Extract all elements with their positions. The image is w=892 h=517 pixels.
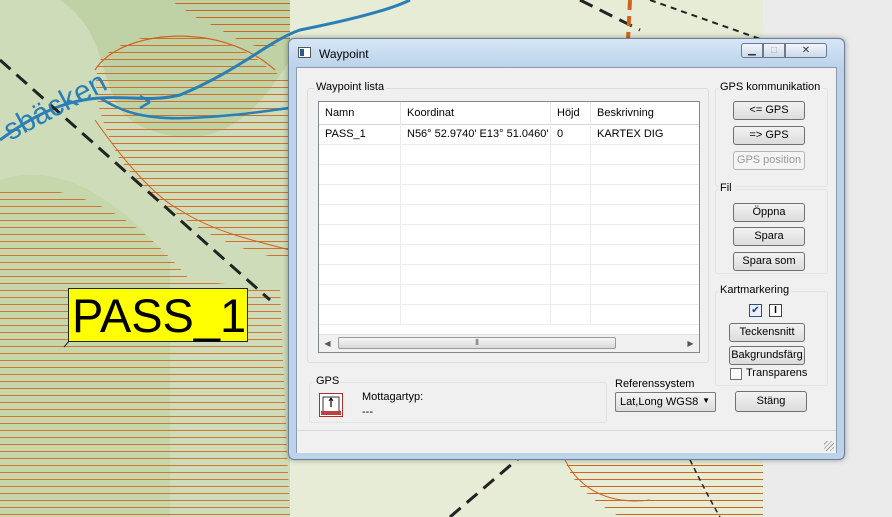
empty-row (319, 164, 699, 185)
empty-row (319, 184, 699, 205)
app-icon (298, 47, 311, 58)
cell-koordinat: N56° 52.9740' E13° 51.0460' (401, 124, 551, 144)
gps-position-button[interactable]: GPS position (733, 151, 805, 170)
download-from-gps-button[interactable]: <= GPS (733, 101, 805, 120)
transparency-label: Transparens (746, 367, 808, 379)
column-header-namn[interactable]: Namn (319, 102, 401, 124)
table-row[interactable]: PASS_1 N56° 52.9740' E13° 51.0460' 0 KAR… (319, 124, 699, 145)
open-file-button[interactable]: Öppna (733, 203, 805, 222)
map-marking-group: Kartmarkering ✔ I Teckensnitt Bakgrundsf… (715, 284, 828, 386)
waypoint-map-label[interactable]: PASS_1 (68, 288, 248, 342)
map-marking-title: Kartmarkering (718, 284, 792, 296)
close-button[interactable]: Stäng (735, 391, 807, 412)
waypoint-list-title: Waypoint lista (314, 81, 387, 93)
reference-system-select[interactable]: Lat,Long WGS8 ▼ (615, 392, 716, 412)
window-client-area: Waypoint lista Namn Koordinat Höjd Beskr… (296, 67, 837, 453)
scroll-left-arrow-icon[interactable]: ◀ (319, 335, 336, 352)
waypoint-window: Waypoint ▁ □ ✕ Waypoint lista Namn Koord… (288, 38, 845, 460)
chevron-down-icon: ▼ (702, 396, 710, 405)
empty-row (319, 264, 699, 285)
empty-row (319, 284, 699, 305)
gps-communication-title: GPS kommunikation (718, 81, 823, 93)
receiver-type-label: Mottagartyp: (362, 391, 424, 403)
gps-communication-group: GPS kommunikation <= GPS => GPS GPS posi… (715, 81, 828, 187)
title-bar[interactable]: Waypoint ▁ □ ✕ (289, 39, 844, 67)
empty-row (319, 204, 699, 225)
show-label-checkbox[interactable]: ✔ (749, 304, 762, 317)
column-header-koordinat[interactable]: Koordinat (401, 102, 551, 124)
scroll-thumb[interactable]: ⦀ (338, 337, 616, 349)
save-file-button[interactable]: Spara (733, 227, 805, 246)
empty-row (319, 304, 699, 325)
resize-grip-icon[interactable] (824, 441, 834, 451)
cell-namn: PASS_1 (319, 124, 401, 144)
transparency-checkbox[interactable] (730, 368, 742, 380)
upload-to-gps-button[interactable]: => GPS (733, 126, 805, 145)
close-window-button[interactable]: ✕ (785, 43, 827, 58)
minimize-button[interactable]: ▁ (741, 43, 763, 58)
font-button[interactable]: Teckensnitt (729, 323, 805, 342)
file-group: Fil Öppna Spara Spara som (715, 182, 828, 274)
cell-beskrivning: KARTEX DIG (597, 128, 664, 140)
file-group-title: Fil (718, 182, 734, 194)
waypoint-list-group: Waypoint lista Namn Koordinat Höjd Beskr… (307, 81, 709, 363)
column-header-hojd[interactable]: Höjd (551, 102, 591, 124)
reference-system-value: Lat,Long WGS8 (620, 396, 699, 408)
waypoint-table[interactable]: Namn Koordinat Höjd Beskrivning PASS_1 N… (318, 101, 700, 353)
maximize-button[interactable]: □ (763, 43, 785, 58)
empty-row (319, 224, 699, 245)
cell-hojd: 0 (551, 124, 591, 144)
background-color-button[interactable]: Bakgrundsfärg (729, 346, 805, 365)
empty-row (319, 244, 699, 265)
info-icon[interactable]: I (769, 304, 782, 317)
reference-system-label: Referenssystem (615, 378, 695, 390)
empty-row (319, 144, 699, 165)
scroll-right-arrow-icon[interactable]: ▶ (682, 335, 699, 352)
status-bar (297, 430, 836, 453)
save-as-button[interactable]: Spara som (733, 252, 805, 271)
column-header-beskrivning[interactable]: Beskrivning (591, 102, 699, 124)
horizontal-scrollbar[interactable]: ◀ ⦀ ▶ (319, 334, 699, 352)
gps-receiver-group: GPS Mottagartyp: --- (309, 375, 607, 423)
table-header: Namn Koordinat Höjd Beskrivning (319, 102, 699, 125)
gps-receiver-icon (319, 393, 343, 417)
receiver-type-value: --- (362, 406, 373, 418)
window-title: Waypoint (319, 47, 369, 61)
gps-group-title: GPS (314, 375, 342, 387)
